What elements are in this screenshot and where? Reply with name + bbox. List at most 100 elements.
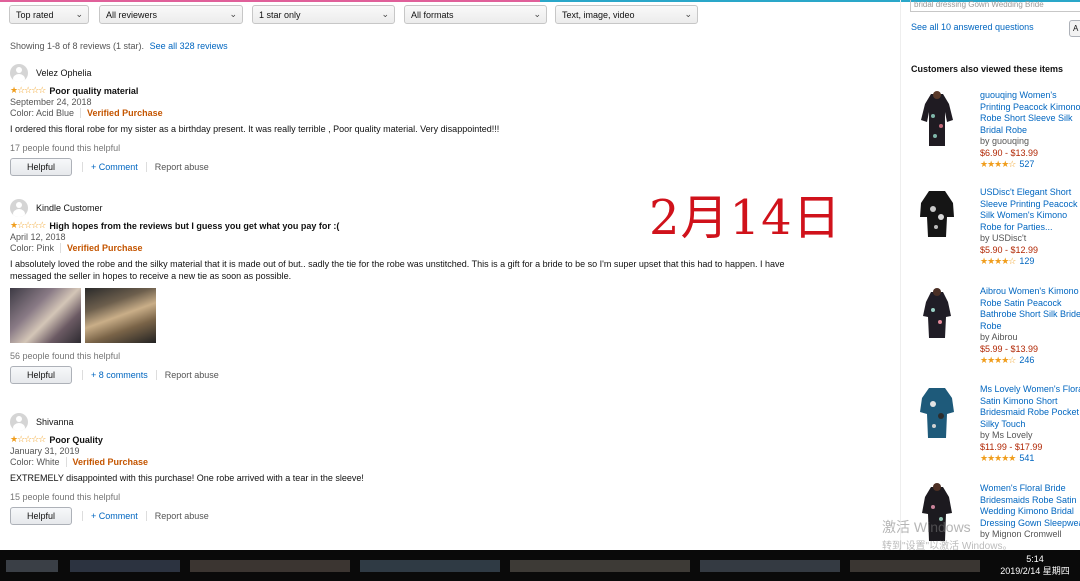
chevron-down-icon: ⌄ (381, 9, 389, 19)
comment-link[interactable]: + Comment (82, 162, 138, 172)
media-filter-label: Text, image, video (562, 10, 635, 20)
clock-date: 2019/2/14 星期四 (1000, 566, 1070, 576)
product-price: $6.90 - $13.99 (980, 147, 1039, 158)
windows-activation-watermark: 激活 Windows (882, 519, 971, 535)
product-title[interactable]: Silk Women's Kimono (980, 210, 1080, 222)
robe-product-image[interactable] (919, 90, 955, 152)
review-variant[interactable]: Color: Acid Blue (10, 108, 74, 118)
product-title[interactable]: USDisc't Elegant Short (980, 187, 1080, 199)
reviewer-filter-dropdown[interactable]: All reviewers ⌄ (99, 5, 243, 24)
right-sidebar: bridal dressing Gown Wedding Bride See a… (900, 0, 1080, 550)
review-title[interactable]: Poor Quality (49, 435, 103, 445)
review-photo-thumbnail[interactable] (10, 288, 81, 343)
taskbar-app-icons[interactable] (700, 560, 840, 572)
reviewer-profile[interactable]: Shivanna (10, 413, 810, 431)
product-title[interactable]: Wedding Kimono Bridal (980, 506, 1080, 518)
product-title[interactable]: Satin Kimono Short (980, 396, 1080, 408)
product-price: $5.99 - $13.99 (980, 343, 1039, 354)
review-item: Velez Ophelia ★☆☆☆☆ Poor quality materia… (10, 64, 810, 176)
chevron-down-icon: ⌄ (684, 9, 692, 19)
handwritten-date-overlay: 2月14日 (649, 190, 842, 246)
product-title[interactable]: Ms Lovely Women's Floral (980, 384, 1080, 396)
format-filter-dropdown[interactable]: All formats ⌄ (404, 5, 547, 24)
star-rating-icon[interactable]: ★★★★★ (980, 453, 1016, 463)
rating-count[interactable]: 527 (1019, 159, 1034, 169)
rating-count[interactable]: 541 (1019, 453, 1034, 463)
product-brand: by USDisc't (980, 233, 1027, 243)
taskbar-app-icons[interactable] (70, 560, 180, 572)
star-rating-icon[interactable]: ★★★★☆ (980, 159, 1016, 169)
reviewer-name[interactable]: Kindle Customer (36, 203, 103, 213)
reviewer-name[interactable]: Velez Ophelia (36, 68, 92, 78)
helpful-button[interactable]: Helpful (10, 158, 72, 176)
robe-product-image[interactable] (919, 286, 955, 348)
report-abuse-link[interactable]: Report abuse (145, 162, 209, 172)
sort-dropdown-label: Top rated (16, 10, 54, 20)
answered-questions-link[interactable]: See all 10 answered questions (911, 22, 1034, 32)
helpful-button[interactable]: Helpful (10, 507, 72, 525)
taskbar-app-icons[interactable] (190, 560, 350, 572)
product-title[interactable]: Dressing Gown Sleepwear (980, 518, 1080, 530)
rating-count[interactable]: 246 (1019, 355, 1034, 365)
product-title[interactable]: Robe (980, 321, 1080, 333)
review-date: September 24, 2018 (10, 97, 92, 107)
chevron-down-icon: ⌄ (229, 9, 237, 19)
review-summary: Showing 1-8 of 8 reviews (1 star). See a… (10, 41, 228, 51)
see-all-reviews-link[interactable]: See all 328 reviews (150, 41, 228, 51)
comment-link[interactable]: + Comment (82, 511, 138, 521)
review-photo-thumbnail[interactable] (85, 288, 156, 343)
review-title[interactable]: High hopes from the reviews but I guess … (49, 221, 339, 231)
product-brand: by Aibrou (980, 332, 1018, 342)
product-title[interactable]: guouqing Women's (980, 90, 1080, 102)
avatar (10, 64, 28, 82)
product-title[interactable]: Robe Satin Peacock (980, 298, 1080, 310)
verified-purchase-badge: Verified Purchase (60, 243, 143, 253)
helpful-button[interactable]: Helpful (10, 366, 72, 384)
star-filter-dropdown[interactable]: 1 star only ⌄ (252, 5, 395, 24)
reviewer-name[interactable]: Shivanna (36, 417, 74, 427)
review-body: I ordered this floral robe for my sister… (10, 124, 500, 134)
product-title[interactable]: Bridesmaids Robe Satin (980, 495, 1080, 507)
star-rating-icon: ★☆☆☆☆ (10, 434, 46, 444)
media-filter-dropdown[interactable]: Text, image, video ⌄ (555, 5, 698, 24)
product-price: $5.90 - $12.99 (980, 244, 1039, 255)
product-title[interactable]: Bridesmaid Robe Pocket (980, 407, 1080, 419)
product-title[interactable]: Women's Floral Bride (980, 483, 1080, 495)
product-title[interactable]: Aibrou Women's Kimono (980, 286, 1080, 298)
robe-product-image[interactable] (919, 384, 955, 446)
comments-link[interactable]: + 8 comments (82, 370, 148, 380)
rating-count[interactable]: 129 (1019, 256, 1034, 266)
taskbar-app-icons[interactable] (510, 560, 690, 572)
product-title[interactable]: Robe for Parties... (980, 222, 1080, 234)
star-filter-label: 1 star only (259, 10, 301, 20)
product-title[interactable]: Bridal Robe (980, 125, 1080, 137)
taskbar-app-icons[interactable] (360, 560, 500, 572)
sort-dropdown[interactable]: Top rated ⌄ (9, 5, 89, 24)
review-variant[interactable]: Color: White (10, 457, 60, 467)
robe-product-image[interactable] (919, 187, 955, 249)
chevron-down-icon: ⌄ (533, 9, 541, 19)
helpful-count: 15 people found this helpful (10, 492, 121, 502)
star-rating-icon[interactable]: ★★★★☆ (980, 355, 1016, 365)
review-summary-text: Showing 1-8 of 8 reviews (1 star). (10, 41, 145, 51)
report-abuse-link[interactable]: Report abuse (145, 511, 209, 521)
avatar (10, 199, 28, 217)
taskbar-clock[interactable]: 5:14 2019/2/14 星期四 (994, 553, 1076, 577)
question-snippet[interactable]: bridal dressing Gown Wedding Bride (910, 0, 1080, 12)
product-title[interactable]: Printing Peacock Kimono (980, 102, 1080, 114)
reviewer-profile[interactable]: Velez Ophelia (10, 64, 810, 82)
taskbar-tray-icons[interactable] (850, 560, 980, 572)
report-abuse-link[interactable]: Report abuse (155, 370, 219, 380)
verified-purchase-badge: Verified Purchase (80, 108, 163, 118)
star-rating-icon: ★☆☆☆☆ (10, 220, 46, 230)
product-title[interactable]: Silky Touch (980, 419, 1080, 431)
product-title[interactable]: Sleeve Printing Peacock (980, 199, 1080, 211)
product-title[interactable]: Bathrobe Short Silk Bride (980, 309, 1080, 321)
taskbar-start-area[interactable] (6, 560, 58, 572)
star-rating-icon[interactable]: ★★★★☆ (980, 256, 1016, 266)
review-title[interactable]: Poor quality material (49, 86, 138, 96)
also-viewed-heading: Customers also viewed these items (911, 64, 1064, 74)
ask-question-button[interactable]: A (1069, 20, 1080, 37)
review-variant[interactable]: Color: Pink (10, 243, 54, 253)
product-title[interactable]: Robe Short Sleeve Silk (980, 113, 1080, 125)
